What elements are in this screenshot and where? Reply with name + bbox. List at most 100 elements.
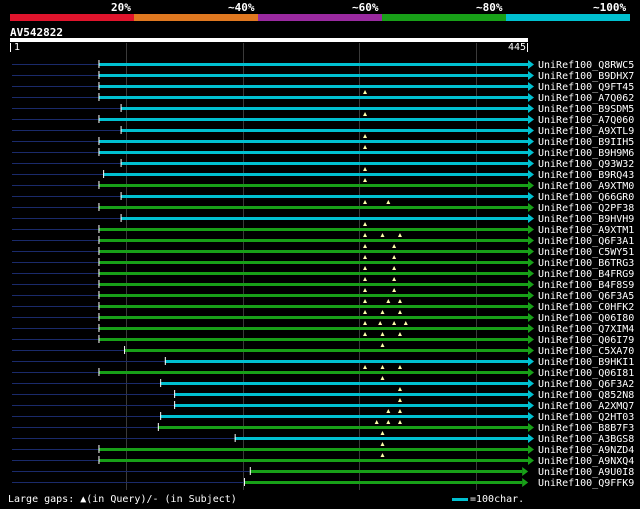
hit-arrow bbox=[528, 302, 534, 311]
gap-marker bbox=[363, 145, 368, 149]
gap-marker bbox=[363, 244, 368, 248]
query-bar bbox=[10, 38, 528, 42]
hit-label: UniRef100_B6TRG3 bbox=[538, 258, 634, 269]
gap-marker bbox=[363, 321, 368, 325]
gap-marker bbox=[363, 277, 368, 281]
gap-marker bbox=[397, 420, 402, 424]
hit-arrow bbox=[528, 137, 534, 146]
gap-marker bbox=[380, 343, 385, 347]
hit-bar bbox=[98, 184, 529, 187]
hit-arrow bbox=[528, 379, 534, 388]
gap-marker bbox=[363, 222, 368, 226]
hit-bar bbox=[98, 118, 529, 121]
gap-marker bbox=[363, 288, 368, 292]
hit-bar bbox=[164, 360, 528, 363]
gap-marker bbox=[397, 299, 402, 303]
gap-marker bbox=[363, 167, 368, 171]
hit-label: UniRef100_B9SDM5 bbox=[538, 104, 634, 115]
hit-label: UniRef100_Q6F3A1 bbox=[538, 236, 634, 247]
hit-label: UniRef100_A9NZD4 bbox=[538, 445, 634, 456]
hit-bar bbox=[249, 470, 523, 473]
gap-marker bbox=[363, 299, 368, 303]
hit-label: UniRef100_Q6F3A2 bbox=[538, 379, 634, 390]
hit-arrow bbox=[528, 412, 534, 421]
scale-legend: =100char. bbox=[452, 494, 524, 505]
hit-arrow bbox=[528, 456, 534, 465]
hit-bar bbox=[103, 173, 528, 176]
hit-bar bbox=[174, 404, 528, 407]
hit-label: UniRef100_Q66GR0 bbox=[538, 192, 634, 203]
hit-arrow bbox=[528, 313, 534, 322]
gap-marker bbox=[392, 277, 397, 281]
hit-label: UniRef100_A7Q060 bbox=[538, 115, 634, 126]
query-axis-start: 1 bbox=[14, 42, 21, 53]
hit-bar bbox=[157, 426, 528, 429]
gap-marker bbox=[363, 200, 368, 204]
hit-bar bbox=[98, 228, 529, 231]
hit-label: UniRef100_A9U0I8 bbox=[538, 467, 634, 478]
hit-arrow bbox=[528, 203, 534, 212]
legend-label: ~40% bbox=[228, 1, 255, 14]
hit-arrow bbox=[528, 225, 534, 234]
query-name: AV542822 bbox=[10, 26, 63, 39]
gap-marker bbox=[386, 200, 391, 204]
hit-label: UniRef100_C5WY51 bbox=[538, 247, 634, 258]
gap-marker bbox=[397, 233, 402, 237]
hit-label: UniRef100_A7Q062 bbox=[538, 93, 634, 104]
gap-marker bbox=[363, 332, 368, 336]
hit-bar bbox=[98, 448, 529, 451]
gap-marker bbox=[380, 453, 385, 457]
hit-label: UniRef100_Q2PF38 bbox=[538, 203, 634, 214]
hit-arrow bbox=[528, 335, 534, 344]
hit-bar bbox=[98, 294, 529, 297]
legend-label: 20% bbox=[111, 1, 131, 14]
hit-label: UniRef100_B9DHX7 bbox=[538, 71, 634, 82]
hit-bar bbox=[98, 63, 529, 66]
hit-arrow bbox=[528, 434, 534, 443]
gap-marker bbox=[397, 409, 402, 413]
gap-marker bbox=[363, 266, 368, 270]
hit-bar bbox=[98, 151, 529, 154]
hit-arrow bbox=[522, 467, 529, 476]
hit-label: UniRef100_Q2HT03 bbox=[538, 412, 634, 423]
gaps-legend: Large gaps: ▲(in Query)/- (in Subject) bbox=[8, 494, 237, 505]
hit-bar bbox=[160, 382, 528, 385]
hit-label: UniRef100_A9XTM1 bbox=[538, 225, 634, 236]
hit-arrow bbox=[528, 247, 534, 256]
gap-marker bbox=[363, 134, 368, 138]
hit-bar bbox=[160, 415, 528, 418]
query-axis-end: 445 bbox=[508, 42, 527, 53]
hit-bar bbox=[98, 327, 529, 330]
hit-arrow bbox=[528, 148, 534, 157]
gap-marker bbox=[363, 90, 368, 94]
hit-bar bbox=[98, 250, 529, 253]
gap-marker bbox=[363, 310, 368, 314]
gap-marker bbox=[386, 409, 391, 413]
hit-arrow bbox=[528, 445, 534, 454]
gap-marker bbox=[380, 310, 385, 314]
hit-label: UniRef100_Q6F3A5 bbox=[538, 291, 634, 302]
gap-marker bbox=[397, 398, 402, 402]
scale-text: =100char. bbox=[470, 494, 525, 505]
hit-label: UniRef100_Q8RWC5 bbox=[538, 60, 634, 71]
hit-arrow bbox=[528, 82, 534, 91]
hit-bar bbox=[98, 96, 529, 99]
hit-bar bbox=[120, 195, 529, 198]
hit-bar bbox=[98, 305, 529, 308]
hit-bar bbox=[120, 107, 529, 110]
hit-label: UniRef100_Q9FFK9 bbox=[538, 478, 634, 489]
alignment-chart: UniRef100_Q8RWC5UniRef100_B9DHX7 UniRef10… bbox=[10, 14, 634, 490]
hit-arrow bbox=[528, 423, 534, 432]
gap-marker bbox=[392, 244, 397, 248]
hit-arrow bbox=[528, 357, 534, 366]
legend-segment bbox=[258, 14, 382, 21]
hit-bar bbox=[98, 283, 529, 286]
hit-label: UniRef100_A2XMQ7 bbox=[538, 401, 634, 412]
hit-label: UniRef100_Q7XIM4 bbox=[538, 324, 634, 335]
gap-marker bbox=[374, 420, 379, 424]
legend-label: ~100% bbox=[593, 1, 627, 14]
hit-bar bbox=[98, 140, 529, 143]
gap-marker bbox=[363, 178, 368, 182]
hit-label: UniRef100_Q852N8 bbox=[538, 390, 634, 401]
hit-label: UniRef100_B9IIH5 bbox=[538, 137, 634, 148]
